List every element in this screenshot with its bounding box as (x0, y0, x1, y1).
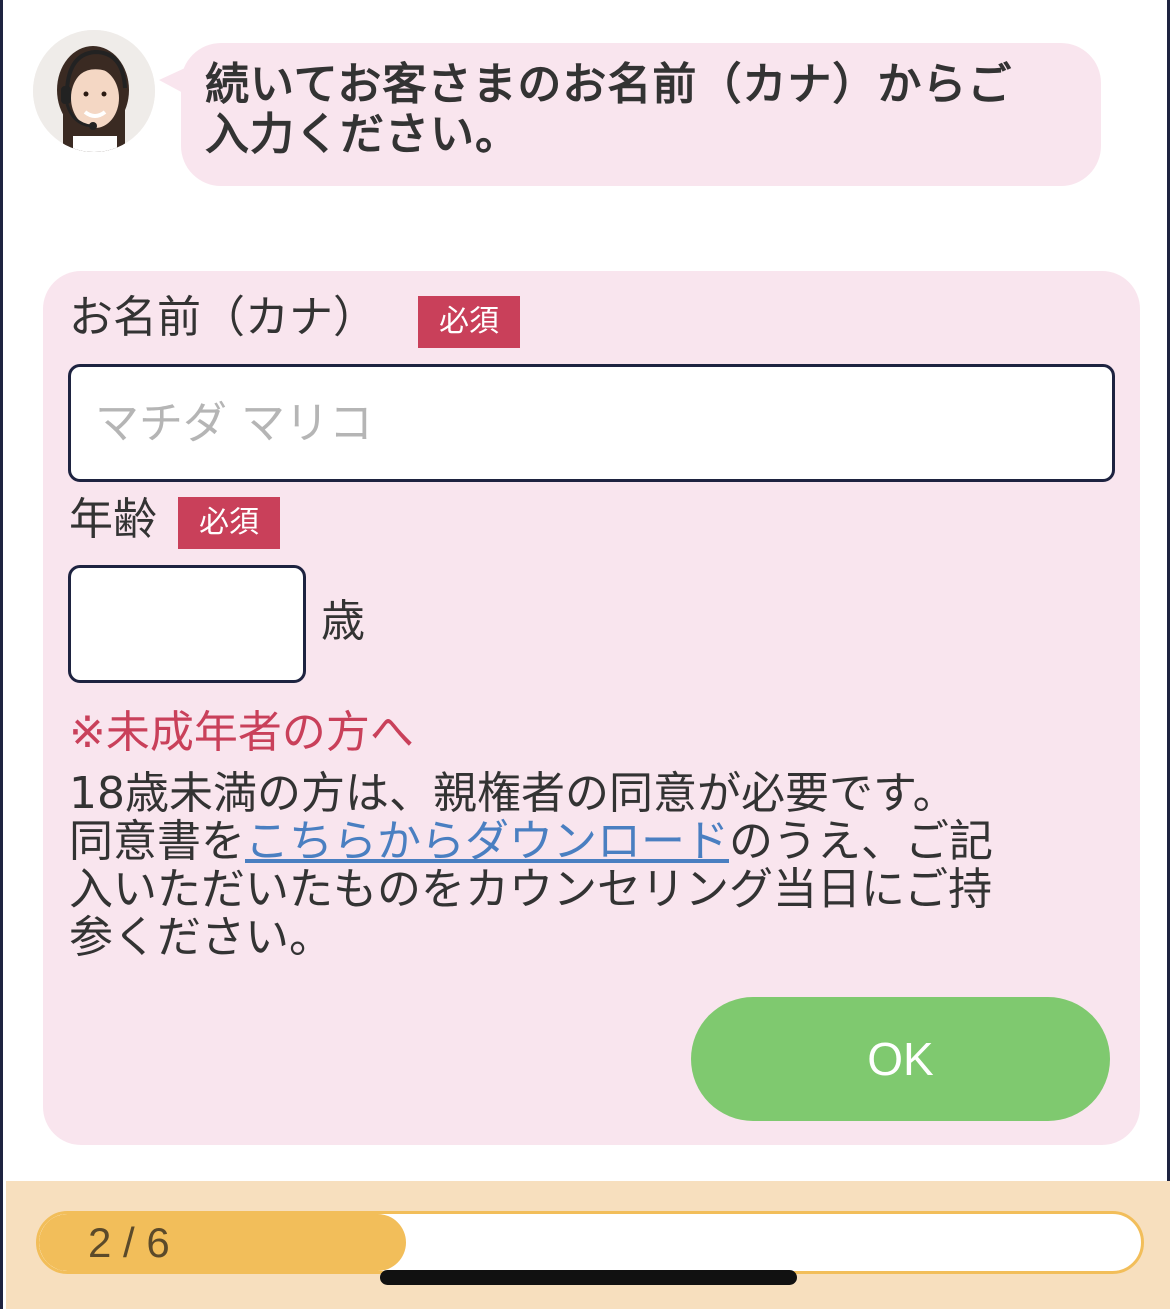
name-required-badge: 必須 (418, 296, 520, 348)
name-kana-input[interactable] (68, 364, 1115, 482)
chat-bubble-tail (159, 68, 185, 94)
notice-line: 参ください。 (69, 912, 333, 963)
minor-notice-body: 18歳未満の方は、親権者の同意が必要です。 同意書をこちらからダウンロードのうえ… (69, 770, 1089, 962)
progress-bar (36, 1211, 1144, 1274)
chat-message-line: 入力ください。 (205, 109, 520, 160)
age-label: 年齢 (69, 494, 157, 545)
app-frame: 続いてお客さまのお名前（カナ）からご 入力ください。 お名前（カナ） 必須 年齢… (0, 0, 1170, 1309)
chat-message-line: 続いてお客さまのお名前（カナ）からご (205, 59, 1013, 110)
home-indicator (380, 1270, 797, 1285)
age-required-badge: 必須 (178, 497, 280, 549)
notice-line: 同意書をこちらからダウンロードのうえ、ご記 (69, 818, 1089, 866)
ok-button[interactable]: OK (691, 997, 1110, 1121)
operator-avatar (33, 30, 155, 152)
age-unit: 歳 (321, 596, 365, 647)
notice-text: のうえ、ご記 (729, 816, 993, 867)
consent-download-link[interactable]: こちらからダウンロード (245, 816, 729, 867)
notice-line: 18歳未満の方は、親権者の同意が必要です。 (69, 768, 957, 819)
age-input[interactable] (68, 565, 306, 683)
name-label: お名前（カナ） (69, 292, 377, 343)
chat-message: 続いてお客さまのお名前（カナ）からご 入力ください。 (205, 60, 1085, 160)
notice-line: 入いただいたものをカウンセリング当日にご持 (69, 864, 993, 915)
progress-label: 2 / 6 (88, 1219, 170, 1266)
notice-text: 同意書を (69, 816, 245, 867)
minor-notice-title: ※未成年者の方へ (69, 707, 414, 758)
